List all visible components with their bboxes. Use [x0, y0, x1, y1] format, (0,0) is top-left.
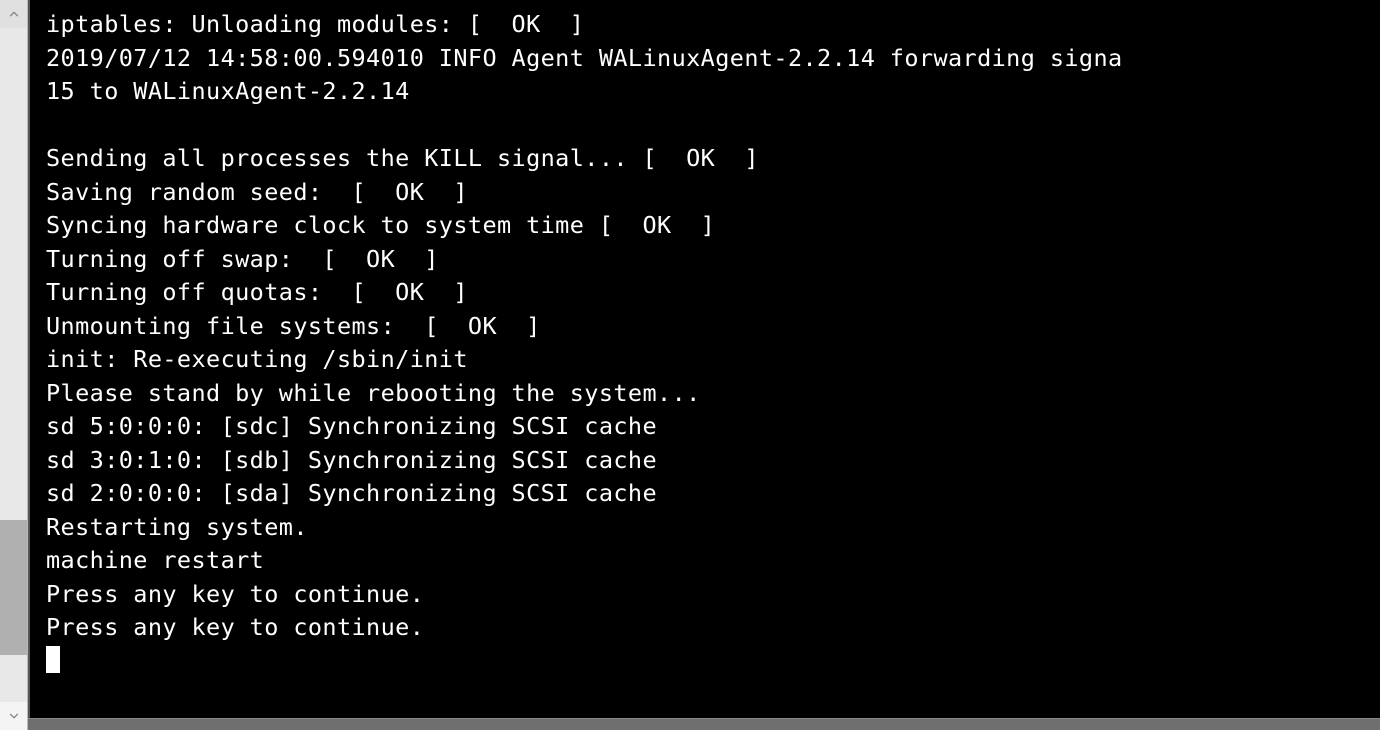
terminal-line: Press any key to continue. — [46, 611, 1364, 645]
scrollbar-track-area[interactable] — [0, 28, 27, 702]
terminal-cursor-line — [46, 645, 1364, 679]
terminal-line: iptables: Unloading modules: [ OK ] — [46, 8, 1364, 42]
terminal-line: Turning off quotas: [ OK ] — [46, 276, 1364, 310]
status-bar — [28, 718, 1380, 730]
terminal-line — [46, 109, 1364, 143]
chevron-up-icon — [7, 7, 21, 21]
terminal-line: Please stand by while rebooting the syst… — [46, 377, 1364, 411]
chevron-down-icon — [7, 709, 21, 723]
scroll-down-button[interactable] — [0, 702, 27, 730]
terminal-line: sd 5:0:0:0: [sdc] Synchronizing SCSI cac… — [46, 410, 1364, 444]
terminal-line: Restarting system. — [46, 511, 1364, 545]
terminal-line: init: Re-executing /sbin/init — [46, 343, 1364, 377]
terminal-line: sd 3:0:1:0: [sdb] Synchronizing SCSI cac… — [46, 444, 1364, 478]
terminal-line: Turning off swap: [ OK ] — [46, 243, 1364, 277]
scroll-up-button[interactable] — [0, 0, 27, 28]
terminal-line: sd 2:0:0:0: [sda] Synchronizing SCSI cac… — [46, 477, 1364, 511]
terminal-line: Sending all processes the KILL signal...… — [46, 142, 1364, 176]
terminal-line: Unmounting file systems: [ OK ] — [46, 310, 1364, 344]
terminal-line: Saving random seed: [ OK ] — [46, 176, 1364, 210]
terminal-line: 15 to WALinuxAgent-2.2.14 — [46, 75, 1364, 109]
vertical-scrollbar[interactable] — [0, 0, 28, 730]
terminal-line: Press any key to continue. — [46, 578, 1364, 612]
terminal-output[interactable]: iptables: Unloading modules: [ OK ]2019/… — [28, 0, 1380, 718]
terminal-container: iptables: Unloading modules: [ OK ]2019/… — [28, 0, 1380, 730]
scrollbar-thumb[interactable] — [0, 520, 27, 655]
terminal-cursor — [46, 646, 60, 673]
terminal-line: machine restart — [46, 544, 1364, 578]
terminal-line: Syncing hardware clock to system time [ … — [46, 209, 1364, 243]
terminal-line: 2019/07/12 14:58:00.594010 INFO Agent WA… — [46, 42, 1364, 76]
